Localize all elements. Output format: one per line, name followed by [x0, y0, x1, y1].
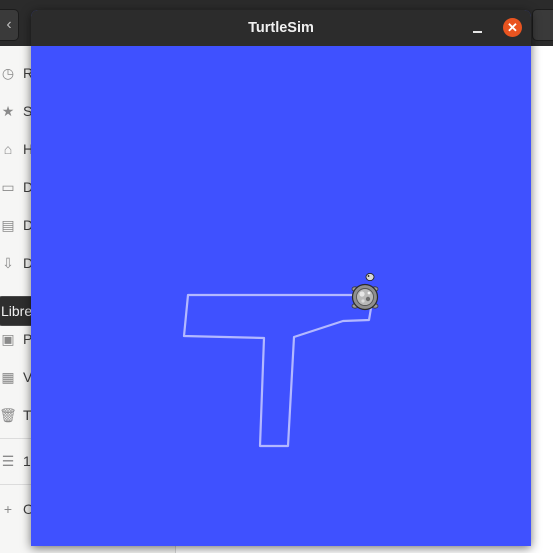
header-right-button[interactable]	[532, 9, 553, 41]
drive-icon: ☰	[1, 452, 15, 469]
back-button[interactable]: ‹	[0, 9, 19, 41]
minimize-icon	[472, 31, 482, 33]
picture-icon: ▣	[1, 330, 15, 347]
window-title: TurtleSim	[248, 20, 314, 36]
download-icon: ⇩	[2, 254, 14, 271]
minimize-button[interactable]	[467, 18, 487, 38]
clock-icon: ◷	[1, 64, 15, 81]
sidebar-item-label: 1	[23, 453, 31, 469]
desktop-icon: ▭	[1, 178, 15, 195]
star-icon: ★	[1, 102, 15, 119]
window-titlebar[interactable]: TurtleSim ✕	[31, 10, 531, 46]
trash-icon: 🗑	[0, 406, 17, 423]
turtle-canvas	[31, 46, 531, 546]
close-icon: ✕	[507, 20, 518, 35]
close-button[interactable]: ✕	[503, 18, 522, 37]
video-icon: ▦	[1, 368, 15, 385]
plus-icon: +	[3, 501, 13, 517]
home-icon: ⌂	[3, 141, 13, 157]
turtlesim-window: TurtleSim ✕	[31, 10, 531, 546]
chevron-left-icon: ‹	[6, 16, 12, 33]
document-icon: ▤	[1, 216, 15, 233]
desktop: ‹ ◷ R ★ S ⌂ H ▭ D ▤ D ⇩ D ♪ M	[0, 0, 553, 553]
